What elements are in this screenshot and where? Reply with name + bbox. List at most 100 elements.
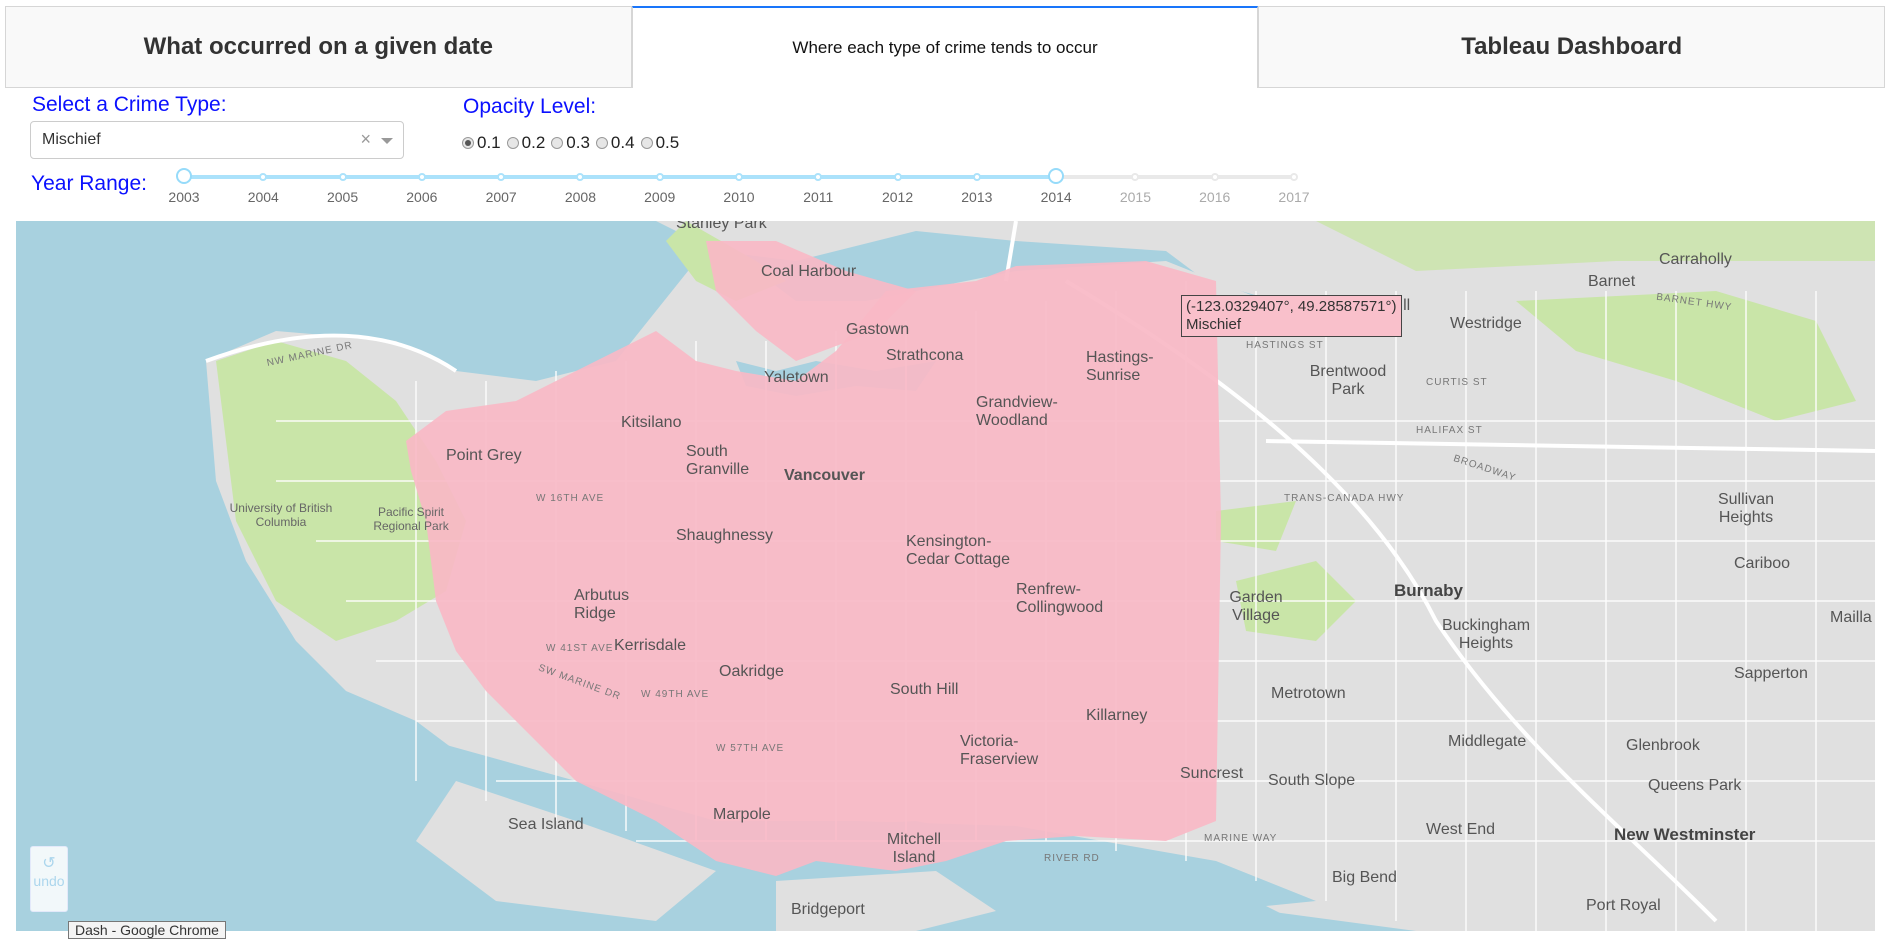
map-label: Shaughnessy [676, 527, 773, 544]
slider-tick-label[interactable]: 2008 [565, 189, 596, 205]
map-label: Kerrisdale [614, 637, 687, 654]
map-label: New Westminster [1614, 825, 1756, 844]
map-label: Kensington-Cedar Cottage [906, 533, 1011, 568]
slider-tick-label[interactable]: 2017 [1278, 189, 1309, 205]
slider-tick-label[interactable]: 2012 [882, 189, 913, 205]
map-label: Gastown [846, 321, 910, 338]
slider-tick-label[interactable]: 2014 [1041, 189, 1072, 205]
radio-icon[interactable] [462, 137, 474, 149]
map-label: Bridgeport [791, 901, 865, 918]
street-label: W 57TH AVE [716, 743, 785, 754]
map-label: Kitsilano [621, 414, 682, 431]
slider-tick-label[interactable]: 2003 [168, 189, 199, 205]
tab-bar: What occurred on a given date Where each… [5, 6, 1886, 88]
opacity-option[interactable]: 0.1 [462, 133, 501, 153]
undo-button[interactable]: ↺ undo [30, 846, 68, 912]
slider-tick-label[interactable]: 2009 [644, 189, 675, 205]
taskbar-tooltip: Dash - Google Chrome [68, 921, 226, 939]
map-label: South Granville [686, 443, 750, 478]
street-label: CURTIS ST [1426, 377, 1488, 388]
opacity-option-label: 0.5 [655, 133, 680, 152]
slider-track[interactable] [184, 175, 1057, 179]
crime-map[interactable]: Stanley Park Coal Harbour Gastown Strath… [16, 221, 1875, 931]
tab-tableau[interactable]: Tableau Dashboard [1258, 6, 1886, 88]
slider-tick[interactable] [1210, 173, 1219, 181]
street-label: HALIFAX ST [1416, 425, 1483, 436]
slider-tick[interactable] [259, 173, 268, 181]
opacity-option-label: 0.2 [521, 133, 546, 152]
radio-icon[interactable] [551, 137, 564, 149]
slider-tick-label[interactable]: 2013 [961, 189, 992, 205]
slider-tick[interactable] [893, 173, 902, 181]
opacity-option-label: 0.1 [477, 133, 501, 152]
year-range-slider[interactable]: 2003 2004 2005 2006 2007 2008 2009 2010 2011 2012… [168, 168, 1310, 210]
map-label: Mailla [1830, 609, 1872, 626]
slider-start-handle[interactable] [176, 168, 192, 184]
radio-icon[interactable] [595, 137, 608, 149]
map-label: Glenbrook [1626, 737, 1700, 754]
map-label: Brentwood Park [1309, 363, 1387, 398]
crime-type-dropdown[interactable]: Mischief × [30, 121, 404, 159]
clear-icon[interactable]: × [360, 129, 371, 150]
opacity-option[interactable]: 0.5 [640, 133, 680, 153]
slider-tick-label[interactable]: 2015 [1120, 189, 1151, 205]
slider-tick-label[interactable]: 2004 [248, 189, 279, 205]
street-label: MARINE WAY [1204, 833, 1278, 844]
radio-icon[interactable] [506, 137, 519, 149]
map-label: University of British Columbia [229, 501, 333, 529]
opacity-label: Opacity Level: [463, 95, 597, 118]
opacity-option[interactable]: 0.3 [551, 133, 590, 153]
crime-type-label: Select a Crime Type: [32, 93, 227, 116]
map-label: Middlegate [1448, 733, 1527, 750]
slider-tick[interactable] [338, 173, 347, 181]
map-label: Mitchell Island [886, 831, 942, 866]
opacity-option-label: 0.3 [566, 133, 590, 152]
slider-tick[interactable] [1290, 173, 1298, 181]
slider-tick[interactable] [735, 173, 743, 181]
map-label: Buckingham Heights [1441, 617, 1531, 652]
tab-crime-location[interactable]: Where each type of crime tends to occur [631, 6, 1259, 88]
map-label: Arbutus Ridge [574, 587, 630, 622]
slider-tick[interactable] [497, 173, 506, 181]
street-label: W 16TH AVE [536, 493, 605, 504]
map-label: Sapperton [1734, 665, 1808, 682]
slider-tick-label[interactable]: 2011 [803, 189, 833, 205]
map-hover-tooltip: (-123.0329407°, 49.28587571°) Mischief [1181, 295, 1402, 337]
map-label: Cariboo [1734, 555, 1791, 572]
slider-tick[interactable] [814, 173, 823, 181]
slider-tick[interactable] [655, 173, 664, 181]
opacity-option[interactable]: 0.2 [506, 133, 546, 153]
chevron-down-icon[interactable] [381, 138, 393, 144]
slider-end-handle[interactable] [1048, 168, 1065, 184]
map-basemap [205, 221, 1875, 931]
crime-type-value: Mischief [42, 131, 101, 148]
slider-tick-label[interactable]: 2010 [723, 189, 754, 205]
map-label: Queens Park [1648, 777, 1742, 794]
slider-tick[interactable] [1131, 173, 1140, 181]
slider-tick[interactable] [417, 173, 426, 181]
tab-date[interactable]: What occurred on a given date [5, 6, 632, 88]
map-label: Point Grey [446, 447, 522, 464]
map-label: Coal Harbour [761, 263, 857, 280]
map-label: Grandview-Woodland [976, 394, 1058, 429]
map-label: Suncrest [1180, 765, 1244, 782]
opacity-option[interactable]: 0.4 [595, 133, 635, 153]
radio-icon[interactable] [640, 137, 653, 149]
slider-tick[interactable] [576, 173, 585, 181]
slider-tick[interactable] [972, 173, 981, 181]
map-label: Marpole [713, 806, 771, 823]
slider-tick-label[interactable]: 2016 [1199, 189, 1230, 205]
street-label: RIVER RD [1044, 853, 1100, 864]
map-label: Metrotown [1271, 685, 1346, 702]
map-label: Westridge [1450, 315, 1522, 332]
map-label: Burnaby [1394, 581, 1463, 600]
map-label: Stanley Park [676, 221, 767, 232]
street-label: TRANS-CANADA HWY [1284, 493, 1405, 504]
slider-tick-label[interactable]: 2007 [486, 189, 517, 205]
map-label: Big Bend [1332, 869, 1397, 886]
undo-icon: ↺ [42, 855, 56, 872]
slider-tick-label[interactable]: 2005 [327, 189, 358, 205]
map-label: Pacific Spirit Regional Park [373, 505, 449, 533]
map-label: West End [1426, 821, 1496, 838]
slider-tick-label[interactable]: 2006 [406, 189, 437, 205]
